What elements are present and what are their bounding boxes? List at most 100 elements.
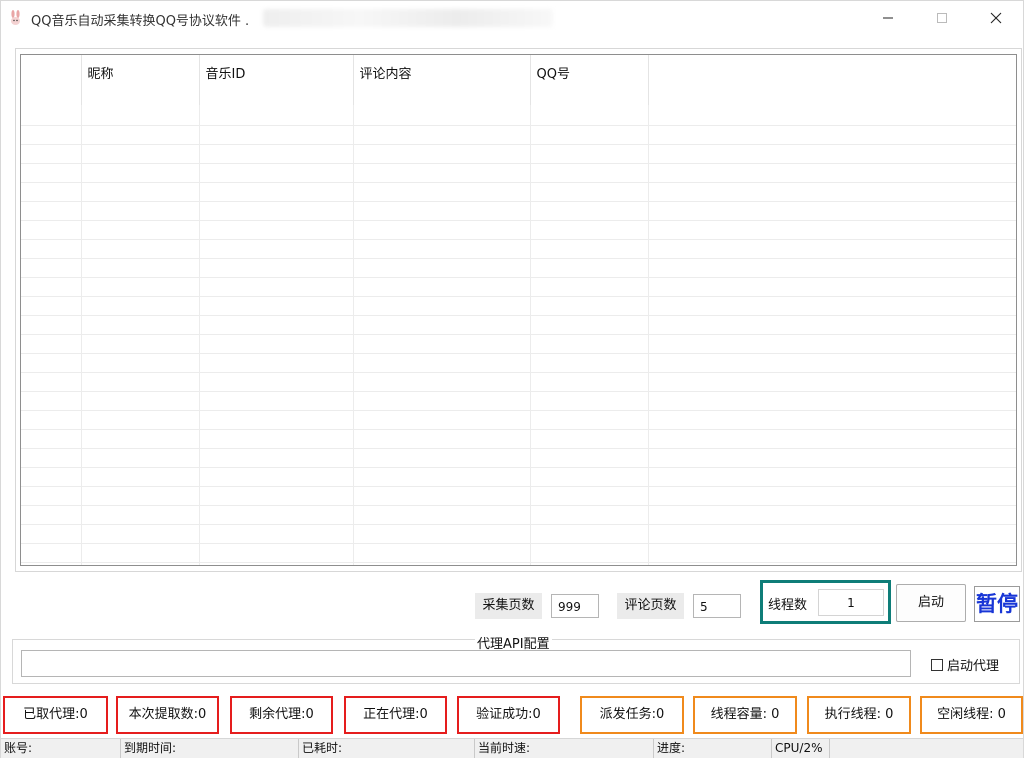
- proxy-api-input[interactable]: [21, 650, 911, 677]
- comment-pages-input[interactable]: 5: [693, 594, 741, 618]
- table-cell[interactable]: [81, 220, 200, 240]
- table-cell[interactable]: [199, 201, 354, 221]
- table-cell[interactable]: [199, 144, 354, 164]
- table-cell[interactable]: [21, 448, 82, 468]
- table-cell[interactable]: [199, 562, 354, 565]
- table-row[interactable]: [21, 353, 1016, 373]
- table-cell[interactable]: [21, 524, 82, 544]
- table-cell[interactable]: [353, 543, 531, 563]
- threads-input[interactable]: 1: [818, 589, 884, 616]
- table-cell[interactable]: [648, 429, 1016, 449]
- table-cell[interactable]: [648, 220, 1016, 240]
- table-cell[interactable]: [353, 486, 531, 506]
- table-cell[interactable]: [353, 163, 531, 183]
- table-cell[interactable]: [648, 315, 1016, 335]
- table-cell[interactable]: [648, 391, 1016, 411]
- table-cell[interactable]: [353, 429, 531, 449]
- table-cell[interactable]: [648, 163, 1016, 183]
- table-cell[interactable]: [353, 258, 531, 278]
- table-cell[interactable]: [21, 125, 82, 145]
- pause-button[interactable]: 暂停: [974, 586, 1020, 622]
- table-cell[interactable]: [21, 391, 82, 411]
- table-cell[interactable]: [648, 125, 1016, 145]
- table-cell[interactable]: [199, 353, 354, 373]
- table-cell[interactable]: [648, 144, 1016, 164]
- table-cell[interactable]: [199, 467, 354, 487]
- table-cell[interactable]: [530, 543, 649, 563]
- table-cell[interactable]: [530, 277, 649, 297]
- table-row[interactable]: [21, 315, 1016, 335]
- table-cell[interactable]: [199, 543, 354, 563]
- table-cell[interactable]: [81, 296, 200, 316]
- table-cell[interactable]: [648, 543, 1016, 563]
- table-cell[interactable]: [21, 353, 82, 373]
- table-cell[interactable]: [81, 144, 200, 164]
- table-cell[interactable]: [353, 125, 531, 145]
- table-row[interactable]: [21, 505, 1016, 525]
- table-cell[interactable]: [81, 448, 200, 468]
- table-cell[interactable]: [199, 258, 354, 278]
- table-cell[interactable]: [81, 391, 200, 411]
- table-cell[interactable]: [81, 277, 200, 297]
- maximize-button[interactable]: [919, 1, 965, 35]
- results-grid[interactable]: 昵称 音乐ID 评论内容 QQ号: [20, 54, 1017, 566]
- table-cell[interactable]: [81, 543, 200, 563]
- table-cell[interactable]: [81, 182, 200, 202]
- minimize-button[interactable]: [865, 1, 911, 35]
- pages-input[interactable]: 999: [551, 594, 599, 618]
- table-cell[interactable]: [199, 277, 354, 297]
- table-row[interactable]: [21, 277, 1016, 297]
- table-cell[interactable]: [21, 372, 82, 392]
- table-cell[interactable]: [530, 562, 649, 565]
- table-cell[interactable]: [530, 296, 649, 316]
- table-cell[interactable]: [21, 163, 82, 183]
- table-cell[interactable]: [530, 163, 649, 183]
- table-cell[interactable]: [530, 429, 649, 449]
- enable-proxy-checkbox[interactable]: [931, 658, 943, 671]
- table-cell[interactable]: [648, 353, 1016, 373]
- table-cell[interactable]: [81, 429, 200, 449]
- table-cell[interactable]: [353, 505, 531, 525]
- table-cell[interactable]: [648, 296, 1016, 316]
- table-cell[interactable]: [353, 277, 531, 297]
- table-cell[interactable]: [530, 144, 649, 164]
- table-cell[interactable]: [199, 505, 354, 525]
- table-cell[interactable]: [199, 105, 354, 126]
- table-cell[interactable]: [353, 410, 531, 430]
- close-button[interactable]: [973, 1, 1019, 35]
- table-row[interactable]: [21, 105, 1016, 126]
- table-row[interactable]: [21, 125, 1016, 145]
- table-cell[interactable]: [81, 334, 200, 354]
- table-cell[interactable]: [199, 391, 354, 411]
- table-cell[interactable]: [530, 125, 649, 145]
- table-row[interactable]: [21, 296, 1016, 316]
- table-cell[interactable]: [199, 448, 354, 468]
- table-cell[interactable]: [81, 258, 200, 278]
- table-cell[interactable]: [353, 105, 531, 126]
- table-cell[interactable]: [21, 239, 82, 259]
- table-cell[interactable]: [530, 486, 649, 506]
- table-cell[interactable]: [530, 505, 649, 525]
- table-cell[interactable]: [648, 486, 1016, 506]
- table-row[interactable]: [21, 391, 1016, 411]
- table-cell[interactable]: [648, 258, 1016, 278]
- table-cell[interactable]: [353, 353, 531, 373]
- table-row[interactable]: [21, 144, 1016, 164]
- table-cell[interactable]: [648, 239, 1016, 259]
- table-row[interactable]: [21, 543, 1016, 563]
- table-cell[interactable]: [81, 505, 200, 525]
- table-cell[interactable]: [81, 315, 200, 335]
- table-cell[interactable]: [530, 524, 649, 544]
- table-cell[interactable]: [81, 410, 200, 430]
- table-row[interactable]: [21, 258, 1016, 278]
- table-cell[interactable]: [81, 467, 200, 487]
- table-cell[interactable]: [353, 144, 531, 164]
- table-cell[interactable]: [353, 562, 531, 565]
- table-cell[interactable]: [21, 277, 82, 297]
- table-row[interactable]: [21, 467, 1016, 487]
- table-row[interactable]: [21, 334, 1016, 354]
- table-cell[interactable]: [199, 125, 354, 145]
- table-cell[interactable]: [21, 144, 82, 164]
- table-cell[interactable]: [81, 239, 200, 259]
- table-cell[interactable]: [530, 220, 649, 240]
